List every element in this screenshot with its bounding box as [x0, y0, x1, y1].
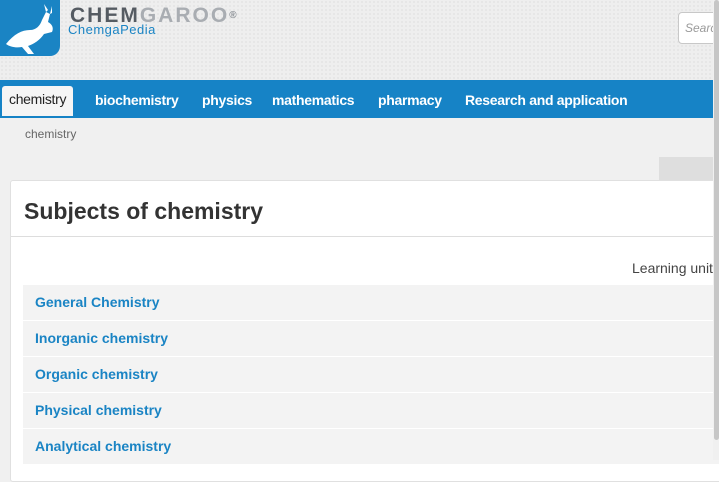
brand-subtitle: ChemgaPedia [68, 22, 156, 37]
page-title: Subjects of chemistry [24, 198, 264, 224]
tab-biochemistry[interactable]: biochemistry [95, 88, 179, 118]
tab-research-and-application[interactable]: Research and application [465, 88, 628, 118]
subject-link-organic-chemistry[interactable]: Organic chemistry [35, 366, 158, 382]
subjects-panel: Subjects of chemistry Learning units Gen… [10, 180, 719, 482]
list-item: Organic chemistry [23, 357, 719, 393]
site-header: CHEMGAROO® ChemgaPedia [0, 0, 719, 80]
list-item: Inorganic chemistry [23, 321, 719, 357]
kangaroo-logo-icon[interactable] [0, 0, 60, 56]
subject-link-inorganic-chemistry[interactable]: Inorganic chemistry [35, 330, 168, 346]
tab-pharmacy[interactable]: pharmacy [378, 88, 442, 118]
subject-link-general-chemistry[interactable]: General Chemistry [35, 294, 160, 310]
registered-mark: ® [229, 10, 237, 21]
column-header-learning-units: Learning units [632, 260, 719, 276]
main-navigation: chemistry biochemistry physics mathemati… [0, 80, 719, 118]
panel-tab[interactable] [659, 157, 719, 181]
scrollbar-thumb[interactable] [714, 0, 719, 440]
panel-header: Subjects of chemistry [11, 181, 719, 237]
tab-mathematics[interactable]: mathematics [272, 88, 355, 118]
breadcrumb[interactable]: chemistry [25, 127, 76, 141]
subject-link-analytical-chemistry[interactable]: Analytical chemistry [35, 438, 171, 454]
list-item: General Chemistry [23, 285, 719, 321]
tab-chemistry[interactable]: chemistry [2, 86, 74, 116]
list-item: Physical chemistry [23, 393, 719, 429]
tab-physics[interactable]: physics [202, 88, 252, 118]
subject-link-physical-chemistry[interactable]: Physical chemistry [35, 402, 162, 418]
